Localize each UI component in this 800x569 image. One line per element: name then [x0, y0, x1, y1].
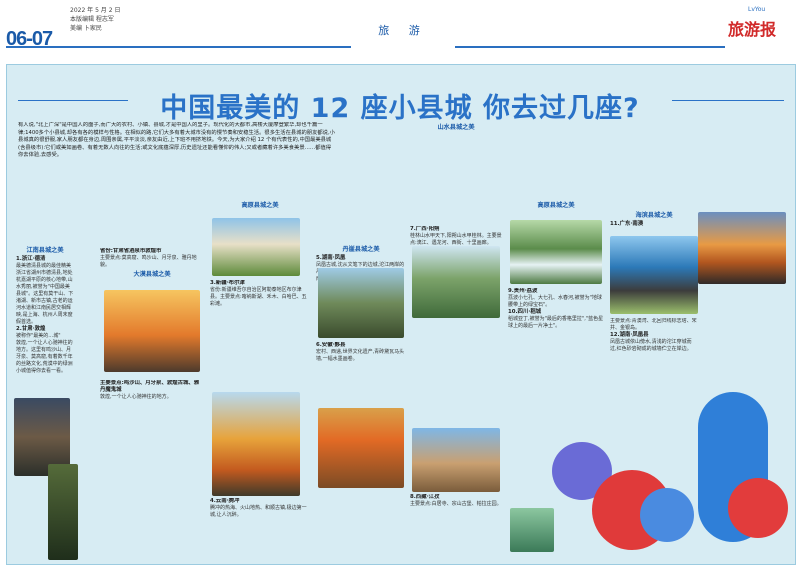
item-text: 腾冲的热海、火山地热、和顺古镇,极边第一城,让人沉醉。 [210, 505, 307, 518]
item-heading: 10.四川·稻城 [508, 309, 542, 315]
waterfall-photo [510, 220, 602, 284]
issue-date: 2022 年 5 月 2 日 [70, 7, 121, 14]
item-heading: 3.新疆·布尔津 [210, 280, 245, 286]
item-subheading: 被称作"最美的…城" [16, 333, 61, 339]
item-text: 主要景点:莫高窟、鸣沙山、月牙泉、雅丹地貌。 [100, 255, 197, 268]
item-heading: 11.广东·南澳 [610, 221, 644, 227]
item-text: 敦煌,一个让人心驰神往的地方。这里有鸣沙山、月牙泉、莫高窟,有着数千年的丝路文化… [16, 340, 73, 374]
designer-credit: 美编 卜家民 [70, 25, 102, 32]
item-text: 敦煌,一个让人心驰神往的地方。 [100, 394, 172, 400]
autumn-village-photo [212, 392, 300, 496]
river-photo [510, 508, 554, 552]
item-heading: 主要景点:鸣沙山、月牙泉、敦煌古城、雅丹魔鬼城 [100, 380, 200, 393]
section-heading: 丹崖县城之美 [342, 246, 380, 253]
item-heading: 9.贵州·荔波 [508, 288, 538, 294]
column-6: 9.贵州·荔波 荔波小七孔、大七孔、水春河,被誉为"地球腰带上的绿宝石"。 10… [508, 288, 604, 428]
column-3: 3.新疆·布尔津 省份:新疆维吾尔自治区阿勒泰地区布尔津县。主要景点:喀纳斯湖、… [210, 280, 310, 390]
article-title: 中国最美的 12 座小县城 你去过几座? [160, 93, 640, 124]
item-heading: 2.甘肃·敦煌 [16, 326, 46, 332]
item-heading: 1.浙江·德清 [16, 256, 46, 262]
page-header: 06-07 2022 年 5 月 2 日 本版编辑 程志军 美编 卜家民 旅 游… [0, 0, 800, 50]
item-heading: 6.安徽·黟县 [316, 342, 346, 348]
cloud-blue-decoration [640, 488, 694, 542]
item-text: 荔波小七孔、大七孔、水春河,被誉为"地球腰带上的绿宝石"。 [508, 295, 602, 308]
item-heading: 7.广西·阳朔 [410, 226, 440, 232]
item-heading: 5.湖南·凤凰 [316, 255, 346, 261]
item-text: 主要景点:青澳湾、北回归线标志塔、宋井、金银岛。 [610, 318, 697, 331]
item-text: 主要景点:白居寺、宗山古堡、帕拉庄园。 [410, 501, 502, 507]
editor-credit: 本版编辑 程志军 [70, 16, 114, 23]
coastal-road-photo [610, 236, 698, 314]
autumn-foliage-photo [318, 408, 404, 488]
section-name: 旅 游 [378, 24, 428, 37]
karst-mountains-photo [412, 246, 500, 318]
item-heading: 4.云南·腾冲 [210, 498, 240, 504]
item-heading: 12.湖南·凤凰县 [610, 332, 649, 338]
item-text: 宏村、西递,世界文化遗产,青砖黛瓦马头墙,一幅水墨画卷。 [316, 349, 405, 362]
column-7-intro [610, 122, 698, 212]
item-subheading: 最美德清县城的最佳精美 [16, 263, 72, 269]
section-heading: 高原县城之美 [537, 202, 575, 209]
title-rule-right [672, 100, 784, 101]
section-heading: 海滨县城之美 [635, 212, 673, 219]
item-text: 浙江省湖州市德清县,地处杭嘉湖平原的核心地带,山水秀丽,被誉为"中国最美县城"。… [16, 270, 74, 325]
header-rule-right [455, 46, 725, 48]
cloud-red-decoration-2 [728, 478, 788, 538]
issue-info: 2022 年 5 月 2 日 本版编辑 程志军 美编 卜家民 [70, 6, 120, 33]
mountain-lake-photo [212, 218, 300, 276]
column-8-intro [700, 122, 788, 210]
column-5-lower: 8.西藏·江孜 主要景点:白居寺、宗山古堡、帕拉庄园。 [410, 494, 502, 554]
item-text: 桂林山水甲天下,阳朔山水甲桂林。主要景点:漓江、遇龙河、西街、十里画廊。 [410, 233, 502, 246]
column-4-mid: 6.安徽·黟县 宏村、西递,世界文化遗产,青砖黛瓦马头墙,一幅水墨画卷。 [316, 342, 406, 402]
brand-logo: 旅游报 [728, 20, 777, 39]
village-photo [48, 464, 78, 560]
column-3-lower: 4.云南·腾冲 腾冲的热海、火山地热、和顺古镇,极边第一城,让人沉醉。 [210, 498, 310, 558]
section-heading: 江南县城之美 [26, 247, 64, 254]
section-heading: 高原县城之美 [241, 202, 279, 209]
desert-sunset-photo [104, 290, 200, 372]
column-2-lower: 主要景点:鸣沙山、月牙泉、敦煌古城、雅丹魔鬼城 敦煌,一个让人心驰神往的地方。 [100, 380, 204, 550]
item-text: 凤凰古城依山傍水,清浅的沱江穿城而过,红色砂岩砌成的城墙伫立在岸边。 [610, 339, 692, 352]
plateau-photo [412, 428, 500, 492]
item-text: 稻城亚丁,被誉为"最后的香格里拉","蓝色星球上的最后一片净土"。 [508, 316, 604, 329]
ancient-town-photo [318, 268, 404, 338]
item-text: 省份:新疆维吾尔自治区阿勒泰地区布尔津县。主要景点:喀纳斯湖、禾木、白哈巴、五彩… [210, 287, 307, 307]
item-heading: 省份:甘肃省酒泉市敦煌市 [100, 248, 162, 254]
header-rule-left [6, 46, 351, 48]
riverside-town-photo [698, 212, 786, 284]
section-heading: 山水县城之美 [437, 124, 475, 131]
item-heading: 8.西藏·江孜 [410, 494, 440, 500]
brand-en: LvYou [748, 6, 766, 13]
column-7-lower: 主要景点:青澳湾、北回归线标志塔、宋井、金银岛。 12.湖南·凤凰县 凤凰古城依… [610, 318, 698, 438]
section-heading: 大漠县城之美 [133, 271, 171, 278]
